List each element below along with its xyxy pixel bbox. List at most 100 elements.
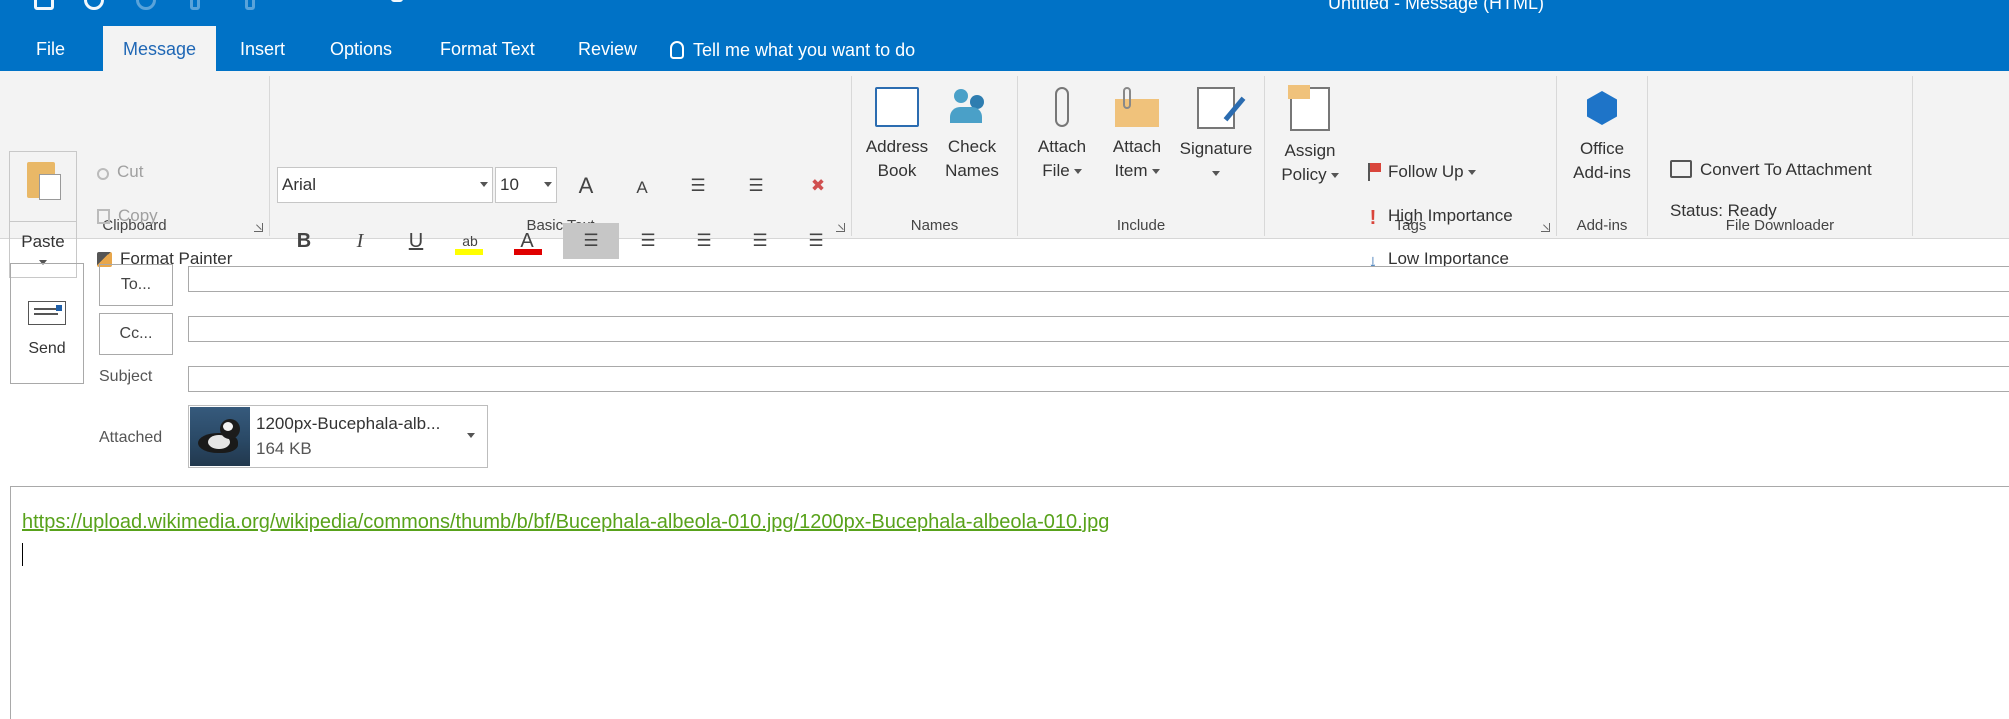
- italic-button[interactable]: I: [342, 223, 378, 259]
- send-label: Send: [28, 340, 66, 357]
- follow-up-button[interactable]: Follow Up: [1366, 156, 1476, 188]
- save-icon[interactable]: [34, 0, 54, 10]
- font-size-value: 10: [500, 175, 519, 194]
- office-addins-icon: [1587, 91, 1617, 125]
- attach-file-label-2: File: [1030, 159, 1094, 183]
- tab-insert[interactable]: Insert: [220, 26, 305, 71]
- message-body[interactable]: https://upload.wikimedia.org/wikipedia/c…: [10, 486, 2009, 719]
- increase-indent-icon[interactable]: ☰: [798, 223, 834, 259]
- assign-policy-icon: [1288, 85, 1330, 131]
- ribbon: Clipboard Paste Cut Copy Format Painter …: [0, 71, 2009, 278]
- cc-field[interactable]: [188, 316, 2009, 342]
- shrink-font-icon[interactable]: A: [624, 170, 660, 206]
- paste-label: Paste: [21, 232, 65, 251]
- tab-review[interactable]: Review: [558, 26, 657, 71]
- attachment-dropdown-icon[interactable]: [467, 433, 475, 438]
- font-dropdown-icon[interactable]: [480, 182, 488, 187]
- tags-launcher-icon[interactable]: [1541, 223, 1550, 232]
- to-field[interactable]: [188, 266, 2009, 292]
- envelope-attach-icon: [1115, 87, 1159, 127]
- font-size-combo[interactable]: 10: [495, 167, 557, 203]
- grow-font-icon[interactable]: A: [568, 168, 604, 204]
- check-names-label-2: Names: [945, 161, 999, 180]
- tab-format-text[interactable]: Format Text: [420, 26, 555, 71]
- office-addins-button[interactable]: Office Add-ins: [1562, 87, 1642, 185]
- decrease-indent-icon[interactable]: ☰: [742, 223, 778, 259]
- align-right-icon[interactable]: ☰: [686, 223, 722, 259]
- font-color-button[interactable]: A: [509, 223, 545, 259]
- cut-button[interactable]: Cut: [97, 156, 143, 188]
- undo-icon[interactable]: [84, 0, 104, 10]
- signature-dropdown-icon: [1174, 161, 1258, 185]
- to-button[interactable]: To...: [99, 264, 173, 306]
- flag-icon: [1366, 163, 1381, 181]
- attach-item-label-1: Attach: [1112, 137, 1162, 156]
- body-link[interactable]: https://upload.wikimedia.org/wikipedia/c…: [22, 511, 1109, 534]
- cut-label: Cut: [117, 162, 144, 181]
- highlight-color-button[interactable]: ab: [452, 223, 488, 259]
- redo-icon[interactable]: [136, 0, 156, 10]
- bold-button[interactable]: B: [286, 223, 322, 259]
- basic-text-launcher-icon[interactable]: [836, 223, 845, 232]
- tab-options[interactable]: Options: [310, 26, 412, 71]
- send-envelope-icon: [28, 301, 66, 325]
- address-book-label-1: Address: [865, 137, 929, 156]
- group-label-include: Include: [1116, 217, 1166, 234]
- office-addins-label-2: Add-ins: [1573, 163, 1631, 182]
- attached-label: Attached: [99, 429, 163, 446]
- attach-item-label-2: Item: [1105, 159, 1169, 183]
- convert-attachment-icon: [1670, 160, 1692, 178]
- attachment-size: 164 KB: [256, 439, 312, 458]
- signature-icon: [1197, 87, 1246, 129]
- font-name-value: Arial: [282, 175, 317, 194]
- up-icon[interactable]: [190, 0, 200, 10]
- copy-button[interactable]: Copy: [97, 200, 158, 232]
- check-names-icon: [950, 87, 994, 127]
- font-size-dropdown-icon[interactable]: [544, 182, 552, 187]
- bullets-icon[interactable]: ☰: [680, 168, 716, 204]
- attach-item-button[interactable]: Attach Item: [1105, 87, 1169, 183]
- tell-me-search[interactable]: Tell me what you want to do: [670, 26, 915, 71]
- address-book-button[interactable]: Address Book: [862, 87, 932, 183]
- clipboard-launcher-icon[interactable]: [254, 223, 263, 232]
- attach-file-label-1: Attach: [1037, 137, 1087, 156]
- check-names-button[interactable]: Check Names: [936, 87, 1008, 183]
- cc-button[interactable]: Cc...: [99, 313, 173, 355]
- group-label-names: Names: [910, 217, 959, 234]
- quick-access-toolbar: [0, 0, 500, 14]
- attachment-item[interactable]: 1200px-Bucephala-alb... 164 KB: [188, 405, 488, 468]
- attach-file-button[interactable]: Attach File: [1030, 87, 1094, 183]
- copy-icon: [97, 209, 110, 224]
- window-title: Untitled - Message (HTML): [1328, 0, 1545, 13]
- tab-message[interactable]: Message: [103, 26, 217, 71]
- send-button[interactable]: Send: [10, 263, 84, 384]
- subject-field[interactable]: [188, 366, 2009, 392]
- paste-button[interactable]: Paste: [9, 151, 77, 278]
- follow-up-label: Follow Up: [1388, 162, 1464, 181]
- address-book-icon: [875, 87, 919, 127]
- convert-to-attachment-button[interactable]: Convert To Attachment: [1670, 154, 1872, 186]
- customize-icon[interactable]: [391, 0, 403, 2]
- scissors-icon: [97, 168, 109, 180]
- assign-policy-button[interactable]: Assign Policy: [1275, 85, 1345, 187]
- font-name-combo[interactable]: Arial: [277, 167, 493, 203]
- paste-icon: [10, 152, 76, 222]
- address-book-label-2: Book: [877, 161, 917, 180]
- down-icon[interactable]: [245, 0, 255, 10]
- high-importance-button[interactable]: ! High Importance: [1366, 200, 1513, 232]
- tab-file[interactable]: File: [16, 26, 85, 71]
- group-basic-text: Basic Text: [270, 76, 852, 236]
- clear-formatting-icon[interactable]: ✖: [800, 168, 836, 204]
- check-names-label-1: Check: [947, 137, 997, 156]
- exclamation-icon: !: [1369, 207, 1377, 229]
- tell-me-label: Tell me what you want to do: [693, 40, 916, 60]
- office-addins-label-1: Office: [1579, 139, 1625, 158]
- align-center-icon[interactable]: ☰: [630, 223, 666, 259]
- signature-button[interactable]: Signature: [1174, 87, 1258, 185]
- signature-label: Signature: [1179, 139, 1253, 158]
- align-left-icon[interactable]: ☰: [563, 223, 619, 259]
- underline-button[interactable]: U: [398, 223, 434, 259]
- paperclip-icon: [1055, 87, 1069, 127]
- numbering-icon[interactable]: ☰: [738, 168, 774, 204]
- attachment-thumbnail: [190, 407, 250, 466]
